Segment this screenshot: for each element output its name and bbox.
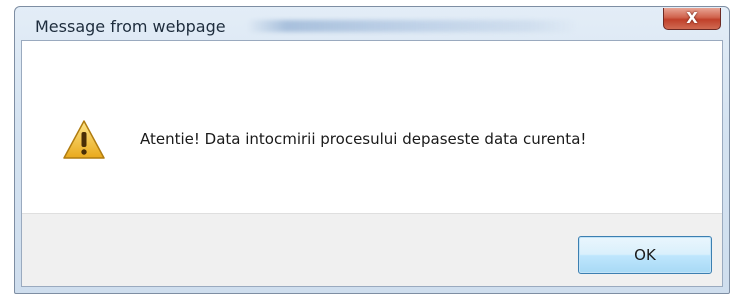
blurred-title-area — [247, 20, 577, 32]
warning-icon — [63, 120, 105, 159]
close-icon: X — [686, 9, 698, 27]
dialog-body: Atentie! Data intocmirii procesului depa… — [21, 40, 723, 287]
close-button[interactable]: X — [663, 8, 721, 30]
ok-button[interactable]: OK — [578, 236, 712, 274]
message-dialog: Message from webpage X Atentie! Data int… — [14, 6, 730, 294]
button-bar: OK — [22, 213, 722, 286]
message-text: Atentie! Data intocmirii procesului depa… — [140, 130, 587, 148]
message-area: Atentie! Data intocmirii procesului depa… — [22, 41, 722, 213]
dialog-title: Message from webpage — [35, 17, 226, 36]
